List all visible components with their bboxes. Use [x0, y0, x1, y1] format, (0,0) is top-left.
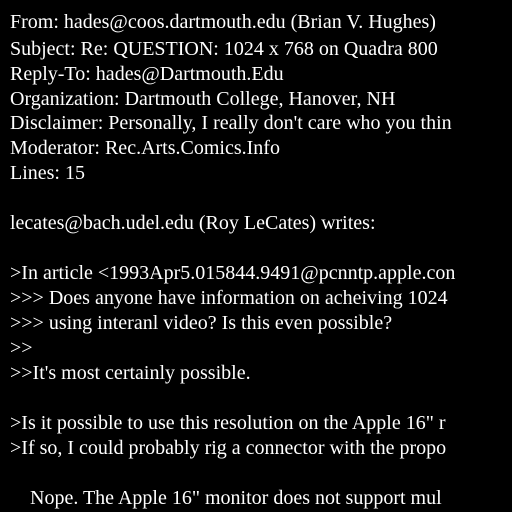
- header-disclaimer: Disclaimer: Personally, I really don't c…: [10, 112, 452, 134]
- header-lines: Lines: 15: [10, 162, 85, 184]
- body-line: Nope. The Apple 16" monitor does not sup…: [10, 487, 442, 509]
- header-subject: Subject: Re: QUESTION: 1024 x 768 on Qua…: [10, 38, 438, 60]
- header-from: From: hades@coos.dartmouth.edu (Brian V.…: [10, 11, 436, 33]
- header-organization: Organization: Dartmouth College, Hanover…: [10, 88, 396, 110]
- quoted-line: >>: [10, 337, 33, 359]
- quoted-line: >>> using interanl video? Is this even p…: [10, 312, 393, 334]
- news-message-screen: From: hades@coos.dartmouth.edu (Brian V.…: [0, 0, 512, 512]
- quoted-line: >>> Does anyone have information on ache…: [10, 287, 448, 309]
- quoted-line: >>It's most certainly possible.: [10, 362, 251, 384]
- quoted-line: >In article <1993Apr5.015844.9491@pcnntp…: [10, 262, 456, 284]
- attribution-line: lecates@bach.udel.edu (Roy LeCates) writ…: [10, 212, 376, 234]
- header-moderator: Moderator: Rec.Arts.Comics.Info: [10, 137, 280, 159]
- quoted-line: >Is it possible to use this resolution o…: [10, 412, 446, 434]
- header-reply-to: Reply-To: hades@Dartmouth.Edu: [10, 63, 284, 85]
- quoted-line: >If so, I could probably rig a connector…: [10, 437, 447, 459]
